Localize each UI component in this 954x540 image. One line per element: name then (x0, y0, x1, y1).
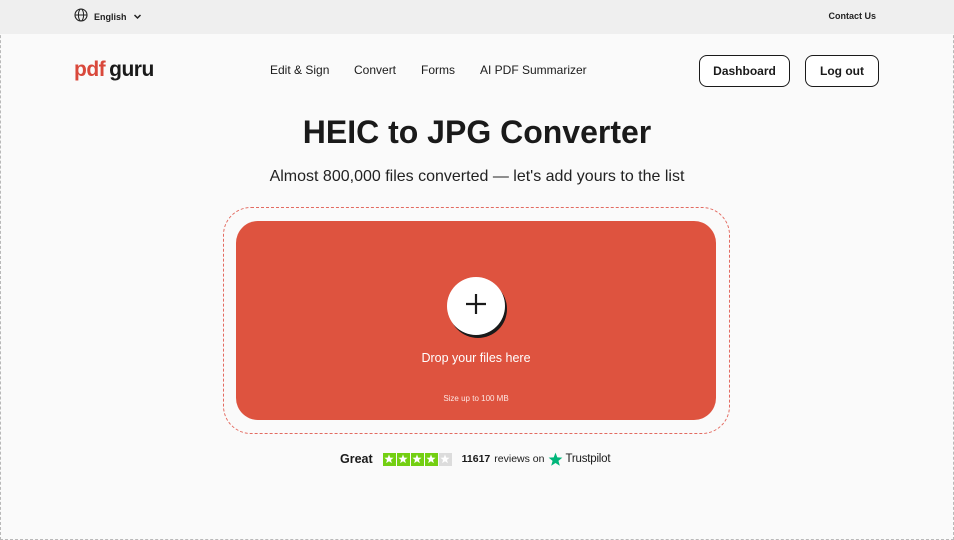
reviews-count: 11617 (461, 453, 491, 465)
nav-convert[interactable]: Convert (354, 63, 396, 77)
trustpilot-logo: Trustpilot (548, 452, 611, 467)
star-filled-icon (382, 452, 396, 466)
logout-button[interactable]: Log out (805, 55, 879, 87)
contact-us-link[interactable]: Contact Us (828, 11, 876, 21)
trustpilot-star-icon (549, 452, 563, 466)
star-filled-icon (396, 452, 410, 466)
size-limit-note: Size up to 100 MB (443, 394, 509, 403)
star-filled-icon (410, 452, 424, 466)
star-empty-icon (438, 452, 452, 466)
nav-ai-pdf-summarizer[interactable]: AI PDF Summarizer (480, 63, 587, 77)
rating-stars (382, 452, 452, 466)
rating-word: Great (340, 452, 373, 466)
dashboard-button[interactable]: Dashboard (699, 55, 790, 87)
reviews-text: reviews on (494, 453, 545, 465)
nav-forms[interactable]: Forms (421, 63, 455, 77)
chevron-down-icon (133, 8, 142, 26)
globe-icon (74, 7, 88, 27)
star-filled-icon (424, 452, 438, 466)
trustpilot-label: Trustpilot (565, 453, 611, 465)
language-selector[interactable]: English (74, 7, 142, 27)
add-files-button[interactable] (447, 277, 505, 335)
plus-icon (464, 292, 488, 321)
page-title: HEIC to JPG Converter (302, 114, 652, 150)
dropzone-label: Drop your files here (421, 351, 531, 365)
nav-edit-sign[interactable]: Edit & Sign (270, 63, 329, 77)
top-bar: English Contact Us (0, 0, 954, 34)
page-subtitle: Almost 800,000 files converted — let's a… (269, 168, 685, 185)
language-label: English (94, 12, 127, 22)
trustpilot-rating[interactable]: Great 11617 reviews on Trustpilot (340, 450, 611, 468)
